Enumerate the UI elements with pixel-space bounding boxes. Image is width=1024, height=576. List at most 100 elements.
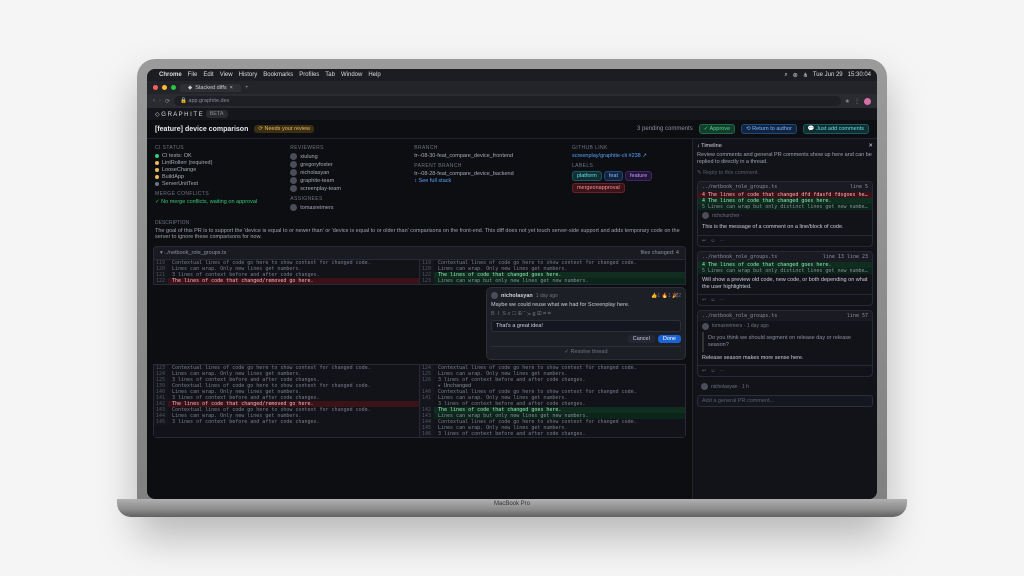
reply-icon[interactable]: ↩	[702, 238, 706, 244]
return-button[interactable]: ⟲ Return to author	[741, 124, 797, 134]
window-close[interactable]	[153, 85, 158, 90]
reload-icon[interactable]: ⟳	[165, 98, 170, 105]
control-center-icon[interactable]: ⊚	[793, 72, 798, 79]
diff-line[interactable]: 123Lines can wrap but only new lines get…	[420, 278, 685, 284]
pr-description: DESCRIPTION The goal of this PR is to su…	[147, 218, 692, 246]
reply-icon[interactable]: ↩	[702, 297, 706, 303]
profile-avatar[interactable]	[864, 98, 871, 105]
diff-line[interactable]: 1453 lines of context before and after c…	[154, 419, 419, 425]
label-pill[interactable]: mergeonapproval	[572, 183, 625, 193]
menu-chrome[interactable]: Chrome	[159, 72, 182, 78]
new-tab-icon[interactable]: +	[245, 85, 249, 91]
screen: Chrome File Edit View History Bookmarks …	[147, 69, 877, 499]
menu-profiles[interactable]: Profiles	[299, 72, 319, 78]
timeline-heading: ↓ Timeline	[697, 143, 722, 149]
laptop-frame: Chrome File Edit View History Bookmarks …	[137, 59, 887, 517]
diff-view-2: 123Contextual lines of code go here to s…	[153, 364, 686, 438]
tab-favicon: ◆	[188, 85, 192, 91]
resolve-thread-button[interactable]: ✓ Resolve thread	[491, 346, 681, 355]
diff-view: 119Contextual lines of code go here to s…	[153, 260, 686, 285]
reply-icon[interactable]: ↩	[702, 368, 706, 374]
comment-reactions[interactable]: 👍1 🔥1 🎉2	[651, 293, 681, 299]
browser-tab[interactable]: ◆ Stacked diffs ×	[180, 84, 241, 92]
pr-title: [feature] device comparison	[155, 126, 248, 133]
comment-author: nicholasyan	[501, 293, 533, 299]
label-pill[interactable]: feat	[604, 171, 623, 181]
lock-icon: 🔒	[180, 98, 187, 104]
menubar-date: Tue Jun 29	[813, 72, 843, 78]
pr-metadata: CI STATUS CI tests: OKLintRollerr (requi…	[147, 139, 692, 218]
see-full-stack-link[interactable]: ↕ See full stack	[414, 178, 560, 184]
menu-history[interactable]: History	[239, 72, 258, 78]
menu-view[interactable]: View	[220, 72, 233, 78]
parent-branch-name: tr--08-28-feat_compare_device_backend	[414, 171, 560, 177]
reviewer-item[interactable]: screenplay-team	[290, 185, 402, 192]
browser-tab-strip: ◆ Stacked diffs × +	[147, 81, 877, 94]
ci-status-item: LintRollerr (required)	[155, 160, 278, 166]
forward-icon[interactable]: ›	[159, 98, 161, 104]
menu-window[interactable]: Window	[341, 72, 362, 78]
app-header: ◇ G R A P H I T E BETA	[147, 108, 877, 120]
react-icon[interactable]: ☺	[710, 368, 715, 374]
tab-close-icon[interactable]: ×	[230, 85, 233, 91]
window-min[interactable]	[162, 85, 167, 90]
ci-status-item: CI tests: OK	[155, 153, 278, 159]
tab-title: Stacked diffs	[195, 85, 226, 91]
reply-hint[interactable]: ✎ Reply to this comment	[697, 170, 873, 177]
avatar	[290, 153, 297, 160]
diff-line[interactable]: 122The lines of code that changed/remove…	[154, 278, 419, 284]
reviewers-label: REVIEWERS	[290, 145, 402, 151]
reviewer-item[interactable]: graphite-team	[290, 177, 402, 184]
github-link[interactable]: screenplay/graphite-cli #238 ↗	[572, 153, 684, 159]
reviewer-item[interactable]: xiulung	[290, 153, 402, 160]
menu-tab[interactable]: Tab	[325, 72, 335, 78]
window-max[interactable]	[171, 85, 176, 90]
done-button[interactable]: Done	[658, 335, 681, 343]
brand-logo[interactable]: ◇ G R A P H I T E	[155, 111, 203, 118]
wifi-icon[interactable]: ⋔	[803, 72, 808, 79]
reply-input[interactable]: That's a great idea!	[491, 320, 681, 332]
cancel-button[interactable]: Cancel	[628, 335, 655, 343]
label-pill[interactable]: feature	[625, 171, 652, 181]
timeline-sidebar: ↓ Timeline ✕ Review comments and general…	[692, 139, 877, 499]
add-comments-button[interactable]: 💬 Just add comments	[803, 124, 869, 134]
comment-time: 1 day ago	[536, 293, 558, 299]
approve-button[interactable]: ✓ Approve	[699, 124, 735, 134]
diff-left-pane: 119Contextual lines of code go here to s…	[154, 260, 419, 284]
reviewer-item[interactable]: gregoryfoster	[290, 161, 402, 168]
description-text: The goal of this PR is to support the 'd…	[155, 228, 684, 240]
menu-bookmarks[interactable]: Bookmarks	[263, 72, 293, 78]
url-input[interactable]: 🔒 app.graphite.dev	[174, 96, 841, 106]
avatar	[491, 292, 498, 299]
general-comment-input[interactable]: Add a general PR comment...	[697, 395, 873, 407]
react-icon[interactable]: ☺	[710, 297, 715, 303]
ci-status-item: BuildApp	[155, 174, 278, 180]
search-icon[interactable]: ⌕	[784, 72, 787, 79]
diff-file-header[interactable]: ▾ ../netbook_role_groups.ts files change…	[153, 246, 686, 260]
merge-conflicts-label: MERGE CONFLICTS	[155, 191, 278, 197]
menu-help[interactable]: Help	[368, 72, 380, 78]
back-icon[interactable]: ‹	[153, 98, 155, 104]
avatar	[290, 161, 297, 168]
diff-right-pane: 119Contextual lines of code go here to s…	[419, 260, 685, 284]
more-icon[interactable]: ⋯	[719, 238, 724, 244]
diff-line[interactable]: 1463 lines of context before and after c…	[420, 431, 685, 437]
menu-edit[interactable]: Edit	[203, 72, 213, 78]
timeline-card: ../netbook_role_groups.tsline 13 line 23…	[697, 251, 873, 306]
reviewer-item[interactable]: nicholasyan	[290, 169, 402, 176]
react-icon[interactable]: ☺	[710, 238, 715, 244]
ci-status-label: CI STATUS	[155, 145, 278, 151]
timeline-card: ../netbook_role_groups.tsline 54 The lin…	[697, 181, 873, 246]
assignee-item[interactable]: tomasreimers	[290, 204, 402, 211]
menu-file[interactable]: File	[188, 72, 198, 78]
menu-icon[interactable]: ⋮	[854, 98, 860, 105]
ci-status-item: ServerUnitTest	[155, 181, 278, 187]
label-pill[interactable]: platform	[572, 171, 602, 181]
avatar	[290, 204, 297, 211]
editor-toolbar[interactable]: B I S 𝑥 ⬚ ⊕ “ ≔ ≣ ☑ ⌗ ⌗	[491, 311, 681, 318]
extensions-icon[interactable]: ★	[845, 98, 850, 105]
more-icon[interactable]: ⋯	[719, 368, 724, 374]
more-icon[interactable]: ⋯	[719, 297, 724, 303]
ci-status-item: LooseChange	[155, 167, 278, 173]
timeline-close-icon[interactable]: ✕	[868, 143, 873, 149]
